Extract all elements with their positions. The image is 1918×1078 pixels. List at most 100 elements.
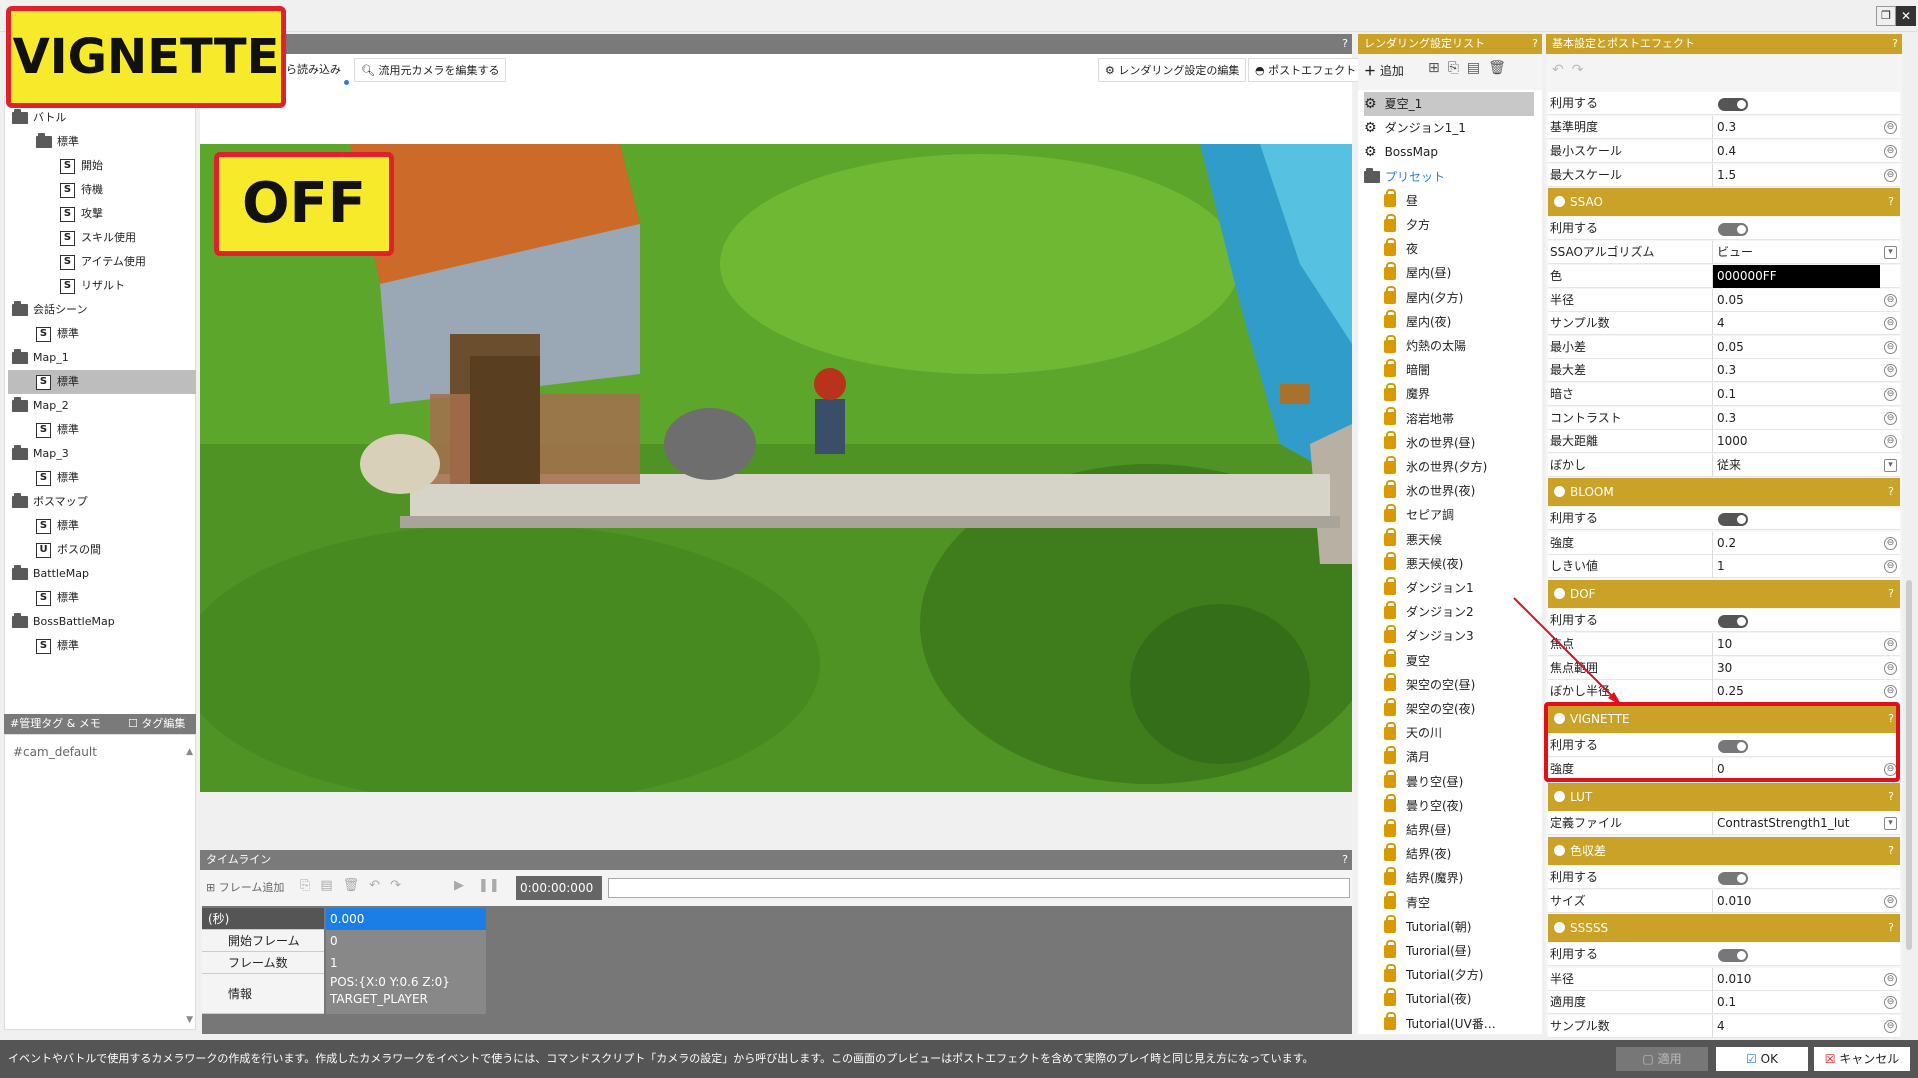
tree-item[interactable]: U ボスの間 (36, 538, 101, 562)
property-row[interactable]: 半径 0.010 ⊖ (1548, 967, 1900, 991)
reset-icon[interactable]: ⊖ (1884, 388, 1897, 401)
property-row[interactable]: 半径 0.05 ⊖ (1548, 288, 1900, 312)
render-preset-item[interactable]: 夏空 (1384, 649, 1430, 673)
undo-redo-icons[interactable]: ↶↷ (1552, 62, 1591, 78)
tree-item[interactable]: Map_1 (12, 346, 69, 370)
arrow-icon[interactable]: → (1884, 270, 1897, 283)
render-preset-item[interactable]: 氷の世界(夜) (1384, 479, 1475, 503)
add-render-button[interactable]: ＋ 追加 (1364, 62, 1404, 79)
property-row[interactable]: 暗さ 0.1 ⊖ (1548, 383, 1900, 406)
property-row[interactable]: 利用する (1548, 92, 1900, 115)
property-value[interactable]: 0.2 (1712, 531, 1880, 555)
tree-item[interactable]: S スキル使用 (60, 226, 136, 250)
memo-area[interactable]: #cam_default ▲ ▼ (4, 734, 196, 1030)
render-preset-item[interactable]: 暗闇 (1384, 358, 1430, 382)
property-value[interactable]: 0.1 (1712, 383, 1880, 406)
play-icon[interactable]: ▶ (454, 878, 464, 893)
render-preset-item[interactable]: Turorial(昼) (1384, 939, 1471, 963)
toggle-switch[interactable] (1718, 871, 1748, 885)
render-list-tool-icons[interactable]: ⊞⎘▤🗑 (1428, 60, 1514, 76)
cancel-button[interactable]: ☒ キャンセル (1814, 1047, 1910, 1071)
render-preset-item[interactable]: ダンジョン3 (1384, 624, 1474, 648)
property-row[interactable]: サイズ 0.010 ⊖ (1548, 889, 1900, 913)
render-settings-edit-button[interactable]: ⚙ レンダリング設定の編集 (1098, 58, 1247, 82)
property-value[interactable]: 30 (1712, 656, 1880, 680)
reset-icon[interactable]: ⊖ (1884, 560, 1897, 574)
property-row[interactable]: 強度 0.2 ⊖ (1548, 531, 1900, 555)
property-row[interactable]: 最小スケール 0.4 ⊖ (1548, 139, 1900, 163)
timeline-row-value[interactable]: POS:{X:0 Y:0.6 Z:0} TARGET_PLAYER (326, 974, 486, 1014)
tree-item[interactable]: S 待機 (60, 178, 103, 202)
render-preset-item[interactable]: Tutorial(夕方) (1384, 963, 1483, 987)
property-row[interactable]: しきい値 1 ⊖ (1548, 555, 1900, 579)
render-preset-item[interactable]: プリセット (1364, 165, 1445, 189)
property-row[interactable]: 定義ファイル ContrastStrength1_lut ▾ (1548, 811, 1900, 835)
timeline-row-value[interactable]: 0 (326, 930, 486, 952)
tree-item[interactable]: Map_2 (12, 394, 69, 418)
property-value[interactable]: ビュー (1712, 241, 1880, 265)
property-row[interactable]: 基準明度 0.3 ⊖ (1548, 116, 1900, 140)
add-frame-button[interactable]: ⊞ フレーム追加 (206, 876, 284, 900)
property-value[interactable]: ContrastStrength1_lut (1712, 811, 1880, 835)
load-from-button[interactable]: ら読み込み (280, 58, 347, 82)
property-value[interactable]: 0.1 (1712, 991, 1880, 1015)
property-value[interactable]: 従来 (1712, 453, 1880, 477)
timeline-track[interactable] (608, 878, 1350, 898)
reset-icon[interactable]: ⊖ (1884, 317, 1897, 331)
render-preset-item[interactable]: 架空の空(夜) (1384, 697, 1475, 721)
property-row[interactable]: 最大スケール 1.5 ⊖ (1548, 163, 1900, 187)
tree-item[interactable]: BossBattleMap (12, 610, 115, 634)
render-preset-item[interactable]: 溶岩地帯 (1384, 407, 1454, 431)
reset-icon[interactable]: ⊖ (1884, 293, 1897, 307)
render-preset-item[interactable]: 曇り空(夜) (1384, 794, 1463, 818)
tree-item[interactable]: S 標準 (36, 322, 79, 346)
help-icon[interactable]: ? (1888, 580, 1894, 608)
property-value[interactable]: 1 (1712, 555, 1880, 579)
render-preset-item[interactable]: 満月 (1384, 745, 1430, 769)
tree-item[interactable]: S アイテム使用 (60, 250, 146, 274)
render-preset-item[interactable]: ダンジョン1 (1384, 576, 1474, 600)
property-row[interactable]: 利用する (1548, 217, 1900, 241)
scroll-up-icon[interactable]: ▲ (186, 747, 193, 757)
render-preset-item[interactable]: Tutorial(朝) (1384, 915, 1471, 939)
tree-item[interactable]: S 標準 (36, 466, 79, 490)
render-preset-item[interactable]: 悪天候 (1384, 528, 1442, 552)
render-preset-item[interactable]: ⚙ ダンジョン1_1 (1364, 116, 1466, 140)
tree-item[interactable]: 会話シーン (12, 298, 87, 322)
render-preset-item[interactable]: 結界(昼) (1384, 818, 1451, 842)
property-row[interactable]: サンプル数 4 ⊖ (1548, 312, 1900, 336)
reset-icon[interactable]: ⊖ (1884, 121, 1897, 135)
property-row[interactable]: 適用度 0.1 ⊖ (1548, 991, 1900, 1015)
tree-item[interactable]: S 標準 (36, 586, 79, 610)
pause-icon[interactable]: ❚❚ (478, 878, 500, 893)
render-preset-item[interactable]: 氷の世界(昼) (1384, 431, 1475, 455)
dropdown-icon[interactable]: ▾ (1884, 458, 1897, 472)
property-row[interactable]: SSAOアルゴリズム ビュー ▾ (1548, 241, 1900, 265)
tree-item[interactable]: S 標準 (36, 634, 79, 658)
property-value[interactable]: 0.05 (1712, 288, 1880, 312)
render-preset-item[interactable]: 架空の空(昼) (1384, 673, 1475, 697)
reset-icon[interactable]: ⊖ (1884, 685, 1897, 699)
property-value[interactable]: 1000 (1712, 430, 1880, 454)
reset-icon[interactable]: ⊖ (1884, 661, 1897, 675)
render-preset-item[interactable]: 悪天候(夜) (1384, 552, 1463, 576)
dropdown-icon[interactable]: ▾ (1884, 816, 1897, 830)
section-header[interactable]: BLOOM? (1548, 478, 1900, 507)
property-row[interactable]: 利用する (1548, 943, 1900, 967)
edit-source-camera-button[interactable]: 🔍︎ 流用元カメラを編集する (354, 58, 507, 82)
render-preset-item[interactable]: 夕方 (1384, 213, 1430, 237)
render-preset-item[interactable]: 結界(魔界) (1384, 866, 1463, 890)
property-value[interactable]: 4 (1712, 1014, 1880, 1038)
tag-edit-checkbox[interactable]: ☐ タグ編集 (128, 714, 185, 734)
tree-item[interactable]: S 標準 (36, 514, 79, 538)
reset-icon[interactable]: ⊖ (1884, 536, 1897, 550)
property-value[interactable]: 0.05 (1712, 335, 1880, 359)
help-icon[interactable]: ? (1888, 783, 1894, 811)
property-row[interactable]: 利用する (1548, 507, 1900, 531)
restore-icon[interactable]: ❐ (1876, 6, 1896, 26)
reset-icon[interactable]: ⊖ (1884, 340, 1897, 354)
post-effect-button[interactable]: ◓ ポストエフェクト (1248, 58, 1364, 82)
toggle-switch[interactable] (1718, 513, 1748, 527)
apply-button[interactable]: ▢ 適用 (1616, 1047, 1708, 1071)
render-preset-item[interactable]: 昼 (1384, 189, 1418, 213)
